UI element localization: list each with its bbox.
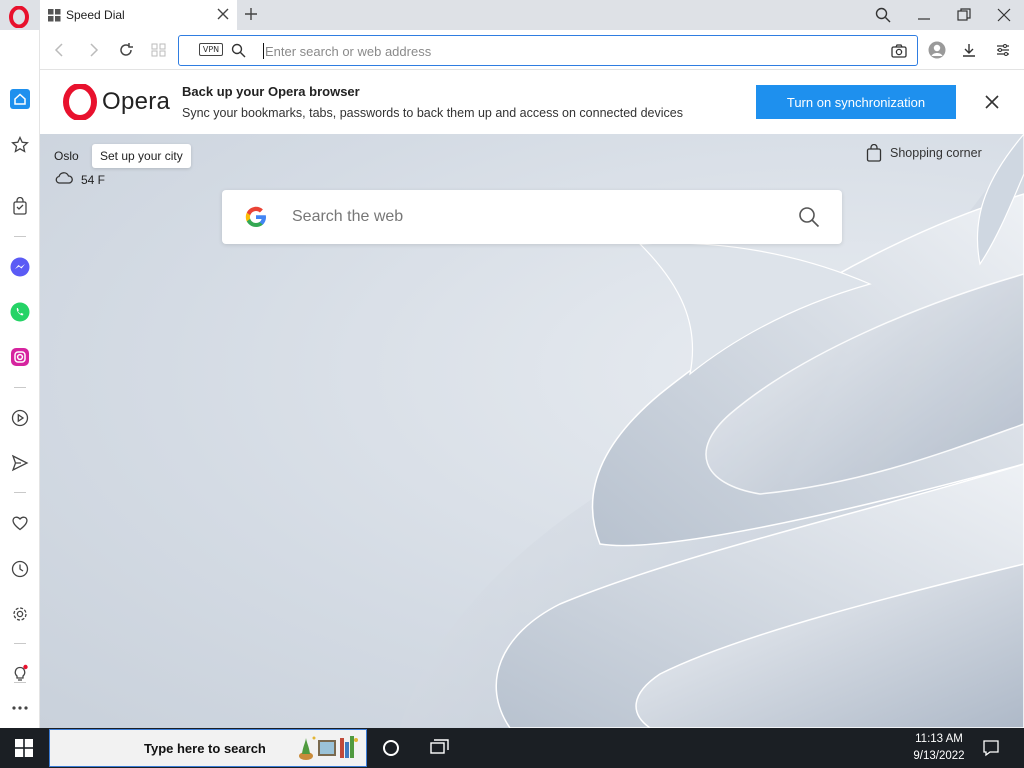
speed-dial-page: Oslo Set up your city 54 F Shopping corn… <box>40 134 1024 728</box>
sidebar-divider <box>14 492 26 493</box>
weather-temperature: 54 F <box>81 173 106 187</box>
cortana-icon[interactable] <box>383 740 399 756</box>
tab-title: Speed Dial <box>66 8 125 22</box>
forward-icon[interactable] <box>85 42 101 58</box>
instagram-icon <box>11 348 29 366</box>
easy-setup-icon[interactable] <box>995 42 1011 58</box>
turn-on-sync-button[interactable]: Turn on synchronization <box>756 85 956 119</box>
shopping-corner-label: Shopping corner <box>890 146 982 160</box>
reload-icon[interactable] <box>118 42 134 58</box>
sync-banner: Opera Back up your Opera browser Sync yo… <box>40 70 1024 134</box>
banner-title: Back up your Opera browser <box>182 84 360 99</box>
search-icon <box>231 43 246 58</box>
downloads-icon[interactable] <box>961 42 977 58</box>
clock-icon <box>11 560 29 578</box>
whatsapp-icon <box>10 302 30 322</box>
taskbar: Type here to search 11:13 AM 9/13/2022 <box>0 728 1024 768</box>
close-banner-icon[interactable] <box>984 94 1000 110</box>
shopping-bag-icon <box>866 144 882 162</box>
address-input[interactable] <box>265 41 865 61</box>
speed-dial-grid-icon[interactable] <box>151 42 167 58</box>
snapshot-camera-icon[interactable] <box>891 43 907 59</box>
close-window-icon[interactable] <box>995 6 1013 24</box>
send-icon <box>11 454 29 472</box>
home-icon <box>10 89 30 109</box>
more-dots-icon <box>12 706 28 710</box>
clock-date: 9/13/2022 <box>913 750 965 762</box>
web-search-input[interactable] <box>292 206 752 228</box>
close-tab-icon[interactable] <box>216 7 230 21</box>
start-button[interactable] <box>0 728 48 768</box>
address-bar[interactable]: VPN <box>178 35 918 66</box>
speed-dial-icon <box>48 9 61 22</box>
task-view-icon[interactable] <box>430 739 450 757</box>
tab-speed-dial[interactable]: Speed Dial <box>40 0 237 30</box>
opera-logo-text: Opera <box>102 88 171 115</box>
restore-icon[interactable] <box>955 6 973 24</box>
new-tab-icon[interactable] <box>244 7 258 21</box>
sidebar-item-send[interactable] <box>8 451 32 475</box>
taskbar-search-box[interactable]: Type here to search <box>49 729 367 767</box>
sidebar-divider <box>14 682 26 683</box>
star-icon <box>11 136 29 153</box>
city-setup-tooltip: Set up your city <box>92 144 191 168</box>
play-circle-icon <box>11 409 29 427</box>
sidebar <box>0 30 40 728</box>
search-tabs-icon[interactable] <box>874 6 892 24</box>
sidebar-item-instagram[interactable] <box>8 345 32 369</box>
sidebar-item-bookmarks[interactable] <box>8 133 32 157</box>
sidebar-item-shopping[interactable] <box>8 194 32 218</box>
opera-menu-icon[interactable] <box>8 6 30 28</box>
search-icon[interactable] <box>798 206 820 228</box>
sidebar-item-whatsapp[interactable] <box>8 300 32 324</box>
shopping-corner[interactable]: Shopping corner <box>866 144 982 162</box>
opera-logo-icon <box>63 84 97 120</box>
lightbulb-icon <box>14 664 28 681</box>
messenger-icon <box>10 257 30 277</box>
text-caret <box>263 43 264 59</box>
vpn-badge[interactable]: VPN <box>199 43 223 56</box>
sidebar-item-player[interactable] <box>8 406 32 430</box>
weather-city[interactable]: Oslo <box>54 149 79 163</box>
sidebar-item-messenger[interactable] <box>8 255 32 279</box>
sidebar-divider <box>14 387 26 388</box>
web-search-box[interactable] <box>222 190 842 244</box>
system-clock[interactable]: 11:13 AM 9/13/2022 <box>900 731 978 765</box>
google-logo-icon <box>245 206 266 227</box>
sidebar-item-home[interactable] <box>8 87 32 111</box>
search-highlight-art-icon <box>299 736 358 760</box>
navigation-bar: VPN <box>40 30 1024 70</box>
shopping-bag-icon <box>13 197 27 215</box>
windows-logo-icon <box>15 739 33 757</box>
sidebar-item-favorites[interactable] <box>8 511 32 535</box>
sidebar-divider <box>14 643 26 644</box>
taskbar-search-text: Type here to search <box>144 741 266 756</box>
notifications-icon[interactable] <box>982 739 1000 757</box>
profile-icon[interactable] <box>928 41 946 59</box>
back-icon[interactable] <box>52 42 68 58</box>
sidebar-item-more[interactable] <box>8 696 32 720</box>
title-bar: Speed Dial <box>0 0 1024 30</box>
sidebar-divider <box>14 236 26 237</box>
cloud-icon <box>55 172 73 184</box>
clock-time: 11:13 AM <box>915 733 963 745</box>
gear-icon <box>13 607 27 621</box>
minimize-icon[interactable] <box>915 6 933 24</box>
banner-subtitle: Sync your bookmarks, tabs, passwords to … <box>182 106 683 120</box>
opera-logo: Opera <box>62 84 170 120</box>
heart-icon <box>12 516 28 531</box>
sidebar-item-history[interactable] <box>8 557 32 581</box>
sidebar-item-settings[interactable] <box>8 602 32 626</box>
